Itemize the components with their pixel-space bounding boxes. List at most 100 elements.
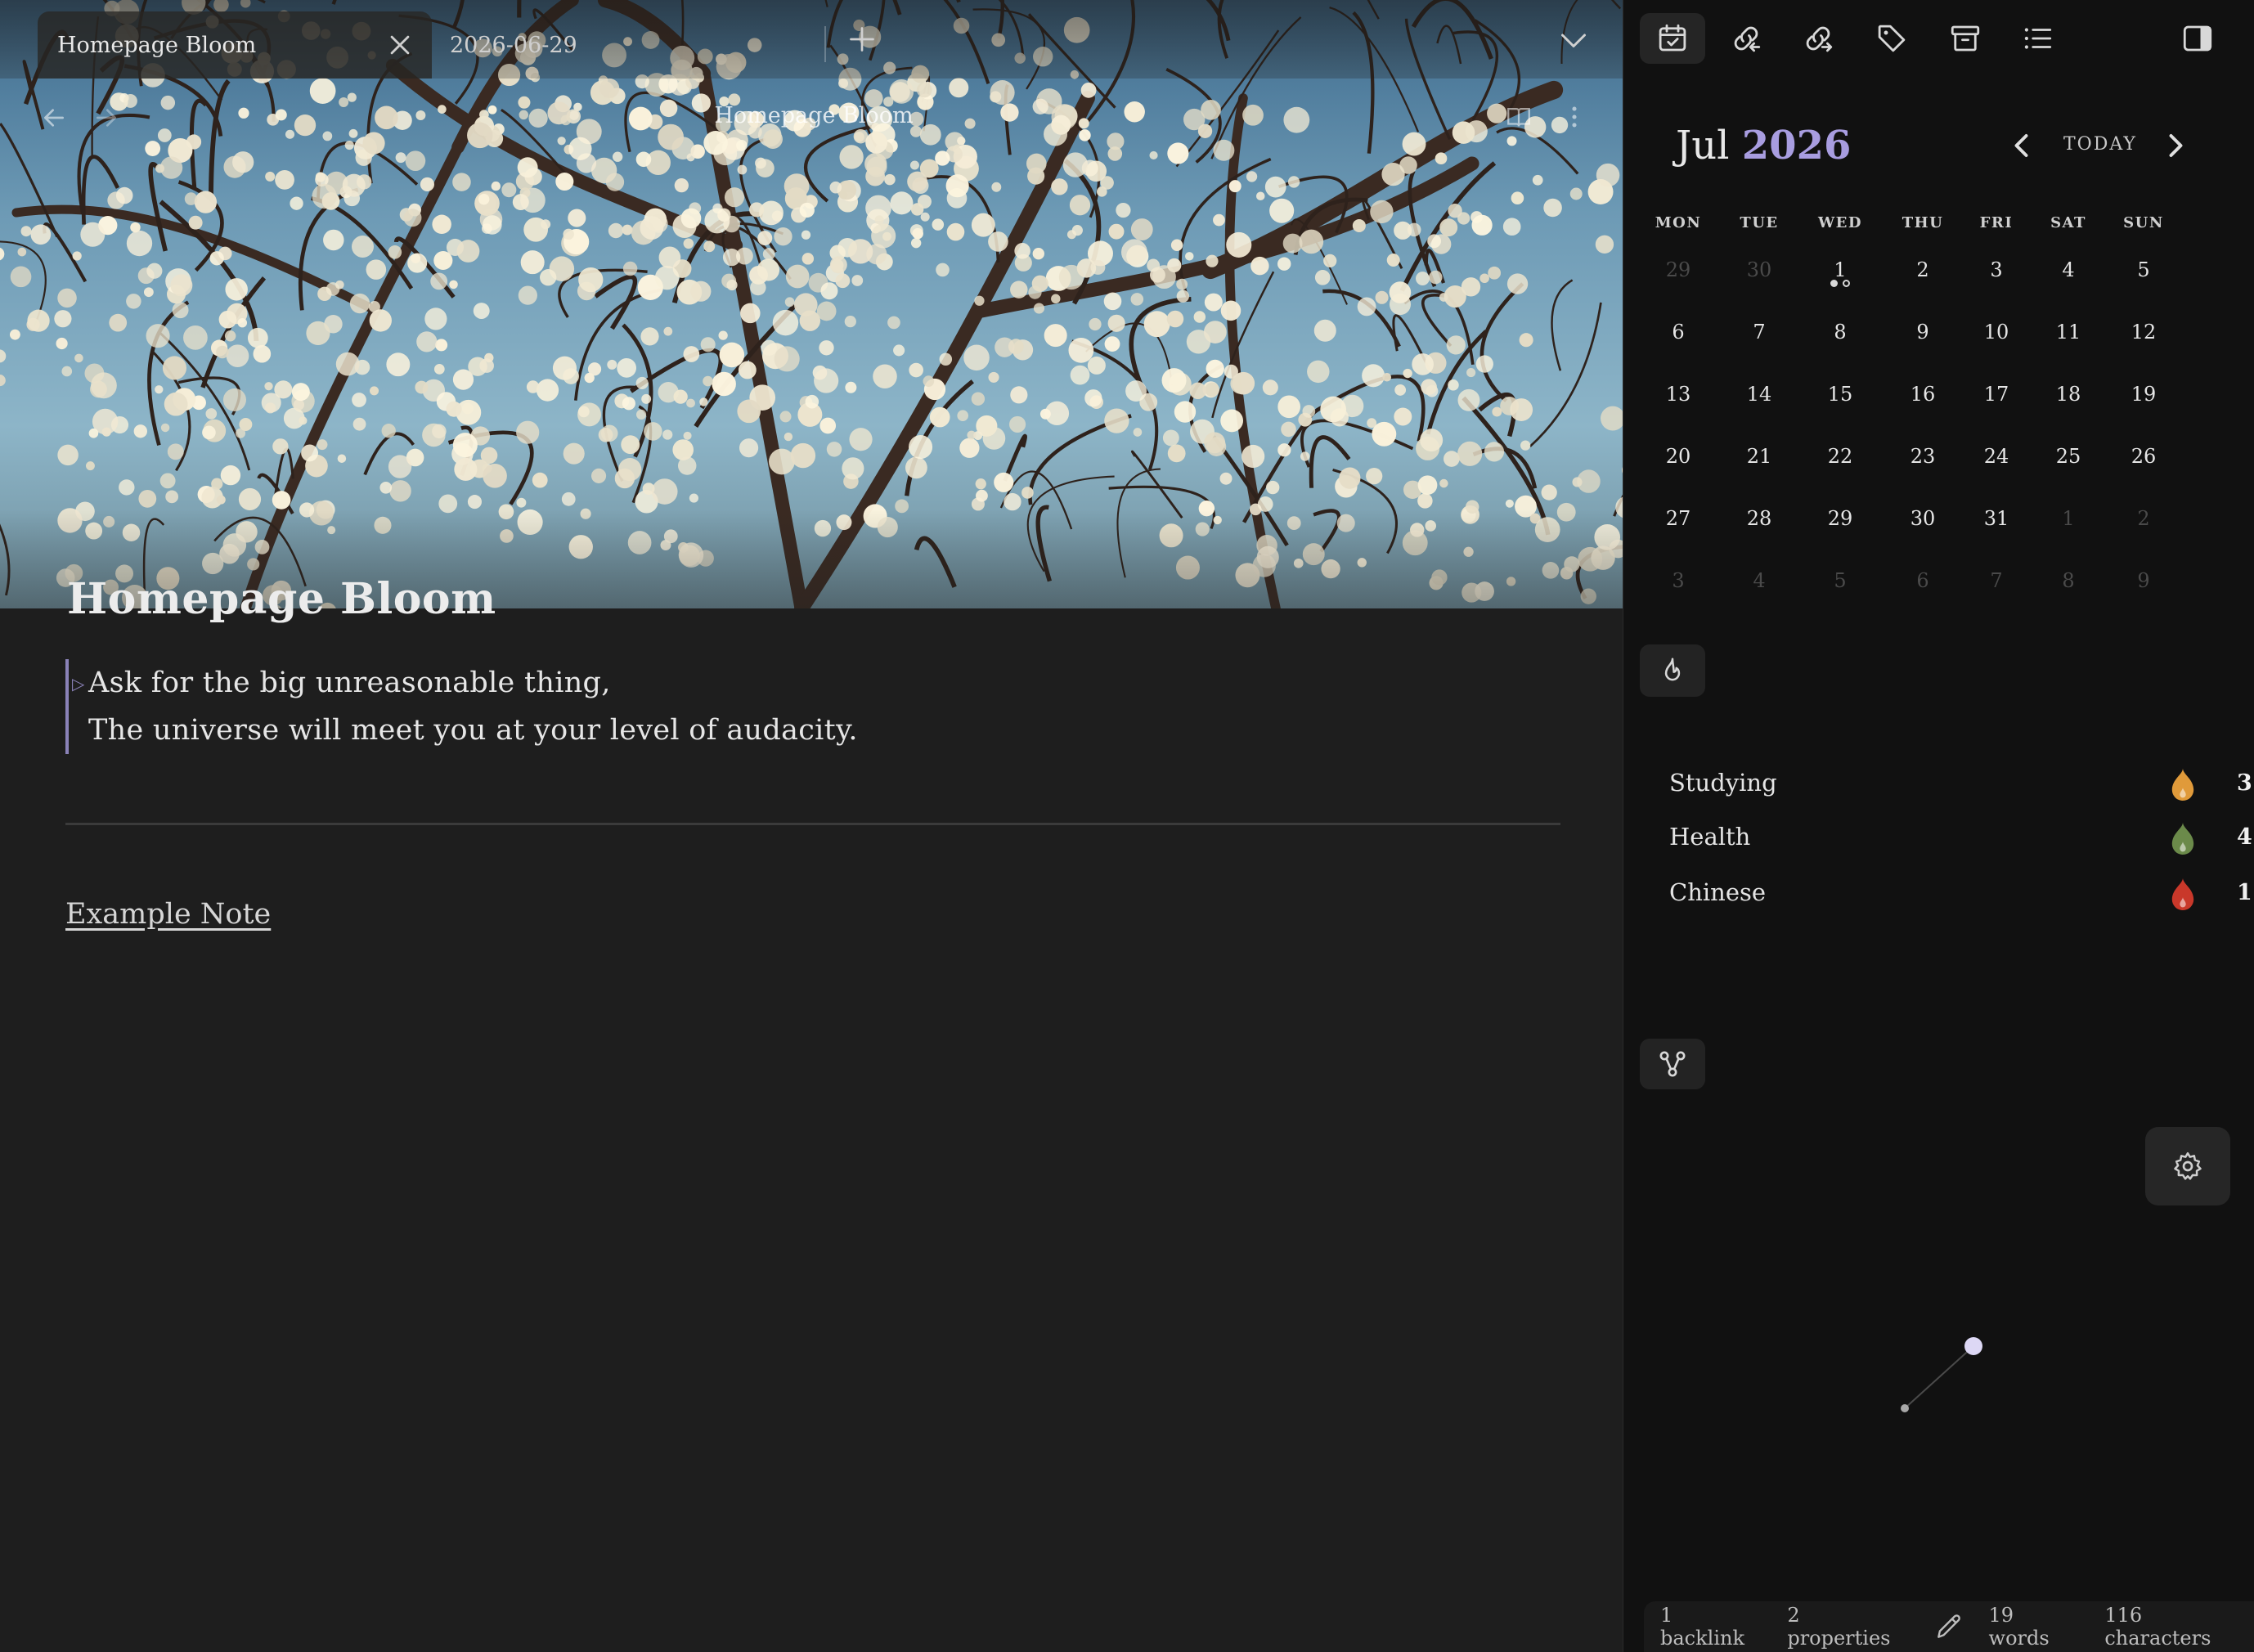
sidebar-toggle-button[interactable] [2165,13,2230,64]
calendar-day[interactable]: 1 [2036,494,2101,543]
calendar-day[interactable]: 11 [2036,308,2101,357]
calendar-day[interactable]: 6 [1890,556,1955,605]
habit-row[interactable]: Chinese 1 [1669,872,2252,921]
calendar-day[interactable]: 4 [2036,245,2101,294]
note-title[interactable]: Homepage Bloom [67,574,496,624]
calendar-day[interactable]: 20 [1646,432,1711,481]
habit-row[interactable]: Studying 3 [1669,762,2252,811]
internal-link-example-note[interactable]: Example Note [65,898,271,931]
calendar-day[interactable]: 10 [1964,308,2029,357]
book-open-icon[interactable] [1505,103,1533,131]
calendar-day-number: 28 [1746,507,1772,530]
calendar-day[interactable]: 3 [1646,556,1711,605]
tab-2026-06-29[interactable]: 2026-06-29 [448,11,824,79]
calendar-day[interactable]: 21 [1726,432,1792,481]
plus-icon[interactable] [847,25,877,54]
weekday-header: MON [1655,214,1702,231]
close-icon[interactable] [386,31,414,59]
calendar-day[interactable]: 7 [1726,308,1792,357]
calendar-day[interactable]: 17 [1964,370,2029,419]
outline-tab-button[interactable] [2005,13,2070,64]
calendar-day[interactable]: 14 [1726,370,1792,419]
calendar-day-number: 10 [1983,321,2009,343]
calendar-day[interactable]: 22 [1807,432,1873,481]
calendar-day[interactable]: 9 [1890,308,1955,357]
calendar-day[interactable]: 26 [2111,432,2176,481]
habit-row[interactable]: Health 4 [1669,816,2252,865]
backlinks-count[interactable]: 1 backlink [1660,1604,1762,1650]
tab-homepage-bloom[interactable]: Homepage Bloom [38,11,432,79]
calendar-day[interactable]: 16 [1890,370,1955,419]
chevron-right-icon[interactable] [2160,131,2189,160]
calendar-day[interactable]: 7 [1964,556,2029,605]
calendar-day-number: 29 [1665,258,1691,281]
calendar-day[interactable]: 3 [1964,245,2029,294]
chevron-left-icon[interactable] [2008,131,2037,160]
calendar-day[interactable]: 27 [1646,494,1711,543]
outgoing-links-tab-button[interactable] [1785,13,1851,64]
calendar-day-number: 8 [1834,321,1847,343]
local-graph-button[interactable] [1640,1039,1705,1089]
calendar-day[interactable]: 15 [1807,370,1873,419]
weekday-header: WED [1817,214,1863,231]
graph-node-current[interactable] [1964,1337,1982,1355]
calendar-day-number: 14 [1746,383,1772,406]
calendar-day[interactable]: 8 [1807,308,1873,357]
calendar-day[interactable]: 4 [1726,556,1792,605]
character-count: 116 characters [2104,1604,2211,1650]
calendar-day-number: 11 [2055,321,2081,343]
calendar-day[interactable]: 31 [1964,494,2029,543]
quote-line: Ask for the big unreasonable thing, [88,667,611,699]
habit-tracker-button[interactable] [1640,644,1705,697]
habit-streak-count: 3 [2237,770,2252,796]
calendar-day[interactable]: 5 [2111,245,2176,294]
calendar-day[interactable]: 9 [2111,556,2176,605]
calendar-day-number: 22 [1827,445,1853,468]
sidebar-toolbar [1623,0,2254,75]
calendar-day[interactable]: 19 [2111,370,2176,419]
arrow-right-icon[interactable] [93,105,119,131]
calendar-day[interactable]: 5 [1807,556,1873,605]
calendar-today-button[interactable]: TODAY [2063,134,2137,155]
flame-icon [2171,878,2194,911]
calendar-day-number: 2 [1916,258,1929,281]
habit-streak-count: 4 [2237,824,2252,850]
calendar-day-number: 9 [2137,569,2150,592]
calendar-day[interactable]: 24 [1964,432,2029,481]
chevron-down-icon[interactable] [1559,28,1588,52]
calendar-day[interactable]: 1 [1807,245,1873,294]
calendar-day[interactable]: 29 [1807,494,1873,543]
calendar-day[interactable]: 8 [2036,556,2101,605]
archive-tab-button[interactable] [1933,13,1998,64]
calendar-day[interactable]: 25 [2036,432,2101,481]
calendar-day[interactable]: 23 [1890,432,1955,481]
calendar-day[interactable]: 18 [2036,370,2101,419]
habit-label: Studying [1669,769,1777,797]
calendar-day-number: 31 [1983,507,2009,530]
calendar-day[interactable]: 28 [1726,494,1792,543]
calendar-day[interactable]: 2 [2111,494,2176,543]
calendar-day[interactable]: 13 [1646,370,1711,419]
graph-settings-button[interactable] [2145,1127,2230,1205]
quote-callout[interactable]: ▷ Ask for the big unreasonable thing, Th… [65,659,965,754]
properties-count[interactable]: 2 properties [1787,1604,1908,1650]
backlinks-tab-button[interactable] [1713,13,1779,64]
local-graph-view[interactable] [1623,1243,2254,1570]
calendar-tab-button[interactable] [1640,13,1705,64]
graph-node[interactable] [1901,1404,1909,1412]
calendar-day[interactable]: 29 [1646,245,1711,294]
calendar-day[interactable]: 6 [1646,308,1711,357]
view-header-title[interactable]: Homepage Bloom [654,103,973,128]
calendar-day[interactable]: 12 [2111,308,2176,357]
calendar-day[interactable]: 30 [1726,245,1792,294]
more-vertical-icon[interactable] [1560,103,1588,131]
calendar-day-number: 15 [1827,383,1853,406]
chevron-right-icon[interactable]: ▷ [72,674,84,694]
arrow-left-icon[interactable] [41,105,67,131]
calendar-day-number: 30 [1910,507,1936,530]
calendar-day-number: 3 [1990,258,2003,281]
calendar-day[interactable]: 30 [1890,494,1955,543]
pencil-icon[interactable] [1933,1611,1964,1642]
tags-tab-button[interactable] [1859,13,1924,64]
calendar-day[interactable]: 2 [1890,245,1955,294]
